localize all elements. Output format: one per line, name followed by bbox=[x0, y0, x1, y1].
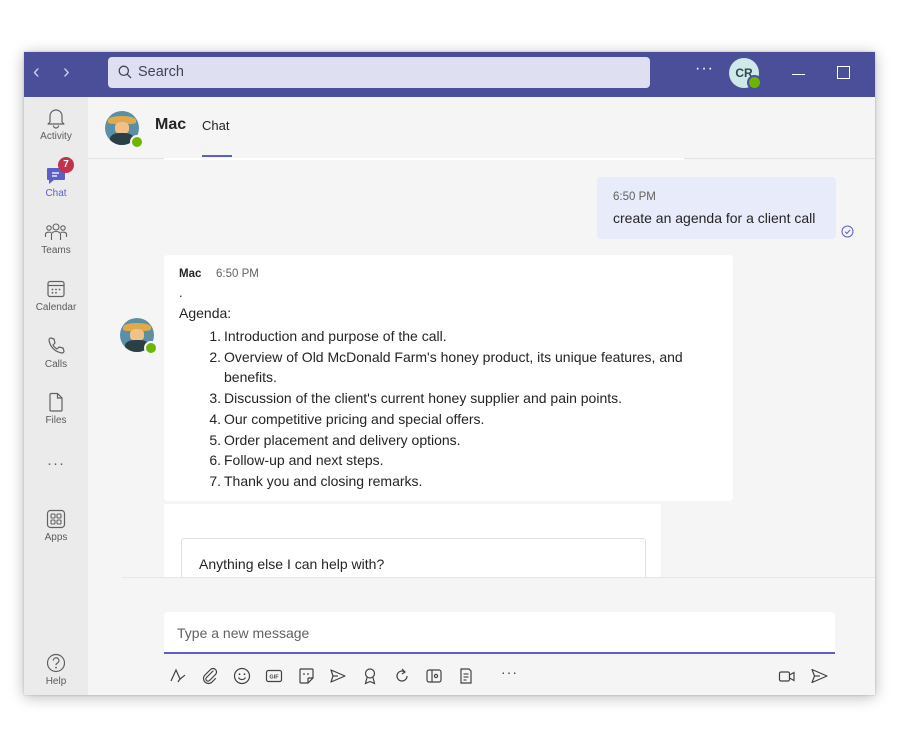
more-actions-button[interactable]: ··· bbox=[501, 664, 518, 680]
message-sender: Mac bbox=[179, 268, 202, 280]
presence-available-icon bbox=[130, 135, 144, 149]
list-item: 7. Thank you and closing remarks. bbox=[209, 472, 423, 489]
forward-arrow-icon[interactable]: › bbox=[63, 62, 70, 82]
presence-available-icon bbox=[747, 75, 762, 90]
compose-placeholder: Type a new message bbox=[177, 625, 310, 641]
rail-item-apps[interactable]: Apps bbox=[24, 508, 88, 558]
rail-item-help[interactable]: Help bbox=[24, 652, 88, 695]
sent-message-text: create an agenda for a client call bbox=[613, 210, 816, 226]
minimize-button[interactable] bbox=[792, 74, 805, 75]
rail-item-activity[interactable]: Activity bbox=[24, 107, 88, 157]
rail-label-apps: Apps bbox=[44, 532, 68, 543]
chat-unread-badge: 7 bbox=[58, 157, 74, 173]
adaptive-card[interactable]: Anything else I can help with? bbox=[181, 538, 646, 578]
rail-item-teams[interactable]: Teams bbox=[24, 221, 88, 271]
rail-item-chat[interactable]: 7 Chat bbox=[24, 157, 88, 214]
list-item: 5. Order placement and delivery options. bbox=[209, 431, 461, 448]
rail-label-chat: Chat bbox=[45, 188, 67, 199]
compose-input[interactable]: Type a new message bbox=[164, 612, 835, 654]
agenda-list: 1. Introduction and purpose of the call. … bbox=[197, 326, 717, 492]
active-tab-indicator bbox=[202, 155, 232, 157]
tab-chat[interactable]: Chat bbox=[202, 118, 229, 133]
apps-extension-button[interactable] bbox=[424, 666, 444, 686]
rail-item-files[interactable]: Files bbox=[24, 391, 88, 441]
title-bar: ‹ › Search ··· CR bbox=[24, 52, 875, 97]
list-item: 2. Overview of Old McDonald Farm's honey … bbox=[209, 348, 683, 386]
gif-button[interactable]: GIF bbox=[264, 666, 284, 686]
contact-name: Mac bbox=[155, 116, 187, 133]
svg-text:GIF: GIF bbox=[269, 675, 279, 681]
rail-item-more[interactable]: ··· bbox=[24, 453, 88, 483]
notes-icon bbox=[460, 668, 472, 684]
loop-icon bbox=[396, 668, 408, 682]
sent-message-time: 6:50 PM bbox=[613, 191, 656, 203]
chat-header: Mac Chat bbox=[88, 97, 875, 159]
gif-icon: GIF bbox=[265, 669, 283, 683]
agenda-title: Agenda: bbox=[179, 305, 232, 321]
adaptive-card-message[interactable]: Anything else I can help with? bbox=[164, 504, 661, 578]
rail-label-calls: Calls bbox=[44, 359, 68, 370]
sent-message[interactable]: 6:50 PM create an agenda for a client ca… bbox=[597, 177, 836, 239]
sticker-icon bbox=[299, 668, 314, 684]
received-message[interactable]: Mac 6:50 PM . Agenda: 1. Introduction and… bbox=[164, 255, 733, 501]
notes-button[interactable] bbox=[456, 666, 476, 686]
rail-label-teams: Teams bbox=[41, 245, 71, 256]
message-dot: . bbox=[179, 285, 183, 300]
file-icon bbox=[49, 392, 63, 412]
bell-icon bbox=[47, 109, 65, 129]
send-icon bbox=[811, 668, 828, 684]
rail-label-calendar: Calendar bbox=[35, 302, 77, 313]
read-receipt-icon bbox=[841, 225, 854, 238]
rail-label-help: Help bbox=[45, 676, 67, 687]
previous-message-edge bbox=[164, 158, 684, 160]
app-rail: Activity 7 Chat Teams Calendar Calls Fil… bbox=[24, 97, 88, 695]
send-button[interactable] bbox=[809, 666, 829, 691]
presence-available-icon bbox=[144, 341, 158, 355]
back-arrow-icon[interactable]: ‹ bbox=[33, 62, 40, 82]
format-icon bbox=[170, 668, 186, 683]
rail-label-activity: Activity bbox=[40, 131, 72, 142]
divider bbox=[122, 577, 875, 578]
message-list[interactable]: 6:50 PM create an agenda for a client ca… bbox=[88, 158, 875, 578]
teams-window: ‹ › Search ··· CR Activity 7 Chat Teams … bbox=[24, 52, 875, 695]
received-message-time: 6:50 PM bbox=[216, 268, 259, 280]
attach-button[interactable] bbox=[200, 666, 220, 686]
compose-toolbar: GIF ··· bbox=[164, 664, 835, 688]
teams-icon bbox=[44, 223, 68, 240]
search-icon bbox=[118, 65, 132, 79]
rail-item-calls[interactable]: Calls bbox=[24, 335, 88, 385]
list-item: 4. Our competitive pricing and special of… bbox=[209, 410, 485, 427]
emoji-button[interactable] bbox=[232, 666, 252, 686]
format-button[interactable] bbox=[168, 666, 188, 686]
schedule-meeting-button[interactable] bbox=[328, 666, 348, 686]
apps-icon bbox=[46, 509, 66, 529]
rail-label-files: Files bbox=[45, 415, 67, 426]
extension-icon bbox=[426, 669, 442, 683]
help-icon bbox=[46, 653, 66, 673]
phone-icon bbox=[48, 337, 65, 354]
search-input[interactable]: Search bbox=[108, 57, 650, 88]
list-item: 1. Introduction and purpose of the call. bbox=[209, 328, 447, 344]
rail-item-calendar[interactable]: Calendar bbox=[24, 278, 88, 328]
praise-badge-icon bbox=[364, 668, 376, 685]
loop-button[interactable] bbox=[392, 666, 412, 686]
paperclip-icon bbox=[202, 667, 218, 685]
emoji-icon bbox=[233, 667, 251, 685]
list-item: 6. Follow-up and next steps. bbox=[209, 452, 384, 469]
list-item: 3. Discussion of the client's current hon… bbox=[209, 390, 623, 407]
video-call-icon bbox=[778, 671, 795, 682]
maximize-button[interactable] bbox=[837, 66, 850, 79]
meeting-send-icon bbox=[330, 669, 346, 683]
more-options-button[interactable]: ··· bbox=[695, 60, 714, 78]
search-placeholder: Search bbox=[138, 64, 184, 80]
more-icon: ··· bbox=[47, 455, 65, 472]
user-avatar[interactable]: CR bbox=[729, 58, 762, 90]
card-text: Anything else I can help with? bbox=[199, 556, 385, 572]
praise-button[interactable] bbox=[360, 666, 380, 686]
meet-now-button[interactable] bbox=[777, 666, 797, 691]
sticker-button[interactable] bbox=[296, 666, 316, 686]
calendar-icon bbox=[47, 280, 65, 298]
